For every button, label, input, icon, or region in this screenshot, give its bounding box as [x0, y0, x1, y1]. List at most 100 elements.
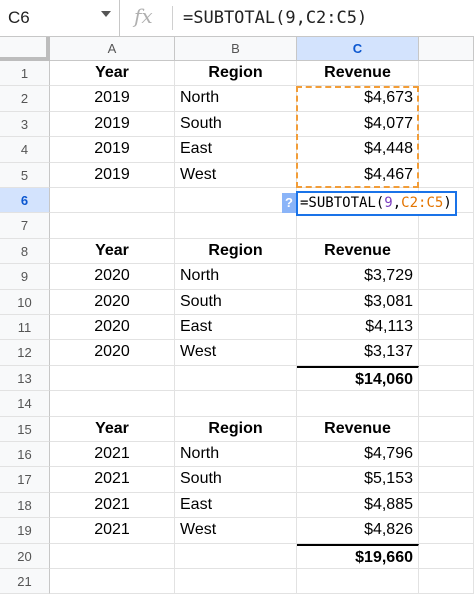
row-header-16[interactable]: 16	[0, 442, 50, 468]
cell-c1[interactable]: Revenue	[297, 61, 419, 87]
cell-c15[interactable]: Revenue	[297, 416, 419, 442]
chevron-down-icon[interactable]	[101, 11, 111, 17]
row-header-9[interactable]: 9	[0, 264, 50, 290]
cell-d13[interactable]	[419, 365, 474, 392]
cell-c11[interactable]: $4,113	[297, 315, 419, 341]
row-header-7[interactable]: 7	[0, 213, 50, 239]
cell-a14[interactable]	[50, 391, 175, 417]
cell-c13[interactable]: $14,060	[297, 365, 419, 392]
cell-b18[interactable]: East	[175, 492, 297, 519]
row-header-17[interactable]: 17	[0, 467, 50, 493]
cell-b7[interactable]	[175, 213, 297, 239]
cell-d19[interactable]	[419, 518, 474, 544]
cell-d18[interactable]	[419, 492, 474, 519]
cell-d1[interactable]	[419, 61, 474, 87]
cell-d17[interactable]	[419, 467, 474, 493]
cell-d11[interactable]	[419, 315, 474, 341]
cell-c2[interactable]: $4,673	[297, 86, 419, 112]
row-header-6[interactable]: 6	[0, 188, 50, 214]
cell-b21[interactable]	[175, 569, 297, 594]
cell-d9[interactable]	[419, 264, 474, 290]
cell-b8[interactable]: Region	[175, 238, 297, 265]
cell-d16[interactable]	[419, 442, 474, 468]
cell-c4[interactable]: $4,448	[297, 137, 419, 163]
cell-d4[interactable]	[419, 137, 474, 163]
cell-b9[interactable]: North	[175, 264, 297, 290]
row-header-3[interactable]: 3	[0, 111, 50, 138]
column-header-c[interactable]: C	[297, 37, 419, 61]
cell-b2[interactable]: North	[175, 86, 297, 112]
cell-b14[interactable]	[175, 391, 297, 417]
row-header-14[interactable]: 14	[0, 391, 50, 417]
cell-c9[interactable]: $3,729	[297, 264, 419, 290]
formula-input[interactable]: =SUBTOTAL(9,C2:C5)	[183, 8, 367, 28]
cell-a10[interactable]: 2020	[50, 289, 175, 315]
cell-d5[interactable]	[419, 162, 474, 188]
cell-a12[interactable]: 2020	[50, 340, 175, 366]
cell-b20[interactable]	[175, 543, 297, 569]
formula-help-icon[interactable]: ?	[282, 193, 296, 213]
column-header-next[interactable]	[419, 37, 474, 61]
cell-b12[interactable]: West	[175, 340, 297, 366]
row-header-20[interactable]: 20	[0, 543, 50, 569]
cell-b15[interactable]: Region	[175, 416, 297, 442]
cell-b13[interactable]	[175, 365, 297, 392]
cell-b6[interactable]	[175, 188, 297, 214]
cell-a19[interactable]: 2021	[50, 518, 175, 544]
column-header-b[interactable]: B	[175, 37, 297, 61]
cell-d7[interactable]	[419, 213, 474, 239]
cell-c8[interactable]: Revenue	[297, 238, 419, 265]
cell-a2[interactable]: 2019	[50, 86, 175, 112]
cell-b11[interactable]: East	[175, 315, 297, 341]
cell-c7[interactable]	[297, 213, 419, 239]
cell-d8[interactable]	[419, 238, 474, 265]
cell-d21[interactable]	[419, 569, 474, 594]
cell-c14[interactable]	[297, 391, 419, 417]
cell-a11[interactable]: 2020	[50, 315, 175, 341]
cell-c20[interactable]: $19,660	[297, 543, 419, 569]
cell-d2[interactable]	[419, 86, 474, 112]
cell-a20[interactable]	[50, 543, 175, 569]
cell-a18[interactable]: 2021	[50, 492, 175, 519]
cell-b16[interactable]: North	[175, 442, 297, 468]
cell-a17[interactable]: 2021	[50, 467, 175, 493]
name-box[interactable]: C6	[0, 0, 120, 36]
cell-d15[interactable]	[419, 416, 474, 442]
cell-a1[interactable]: Year	[50, 61, 175, 87]
cell-a7[interactable]	[50, 213, 175, 239]
cell-c18[interactable]: $4,885	[297, 492, 419, 519]
row-header-18[interactable]: 18	[0, 492, 50, 519]
row-header-19[interactable]: 19	[0, 518, 50, 544]
row-header-1[interactable]: 1	[0, 61, 50, 87]
cell-d3[interactable]	[419, 111, 474, 138]
row-header-15[interactable]: 15	[0, 416, 50, 442]
cell-editor-c6[interactable]: =SUBTOTAL(9,C2:C5)	[296, 191, 457, 216]
cell-d14[interactable]	[419, 391, 474, 417]
cell-a4[interactable]: 2019	[50, 137, 175, 163]
cell-b10[interactable]: South	[175, 289, 297, 315]
cell-d20[interactable]	[419, 543, 474, 569]
cell-c21[interactable]	[297, 569, 419, 594]
cell-b17[interactable]: South	[175, 467, 297, 493]
row-header-13[interactable]: 13	[0, 365, 50, 392]
cell-d10[interactable]	[419, 289, 474, 315]
row-header-8[interactable]: 8	[0, 238, 50, 265]
row-header-21[interactable]: 21	[0, 569, 50, 594]
cell-c5[interactable]: $4,467	[297, 162, 419, 188]
row-header-5[interactable]: 5	[0, 162, 50, 188]
cell-a16[interactable]: 2021	[50, 442, 175, 468]
cell-a6[interactable]	[50, 188, 175, 214]
cell-b19[interactable]: West	[175, 518, 297, 544]
cell-c10[interactable]: $3,081	[297, 289, 419, 315]
select-all-corner[interactable]	[0, 37, 50, 61]
row-header-10[interactable]: 10	[0, 289, 50, 315]
cell-a3[interactable]: 2019	[50, 111, 175, 138]
cell-c17[interactable]: $5,153	[297, 467, 419, 493]
column-header-a[interactable]: A	[50, 37, 175, 61]
cell-c3[interactable]: $4,077	[297, 111, 419, 138]
cell-b4[interactable]: East	[175, 137, 297, 163]
cell-b5[interactable]: West	[175, 162, 297, 188]
cell-b3[interactable]: South	[175, 111, 297, 138]
cell-c12[interactable]: $3,137	[297, 340, 419, 366]
cell-a21[interactable]	[50, 569, 175, 594]
